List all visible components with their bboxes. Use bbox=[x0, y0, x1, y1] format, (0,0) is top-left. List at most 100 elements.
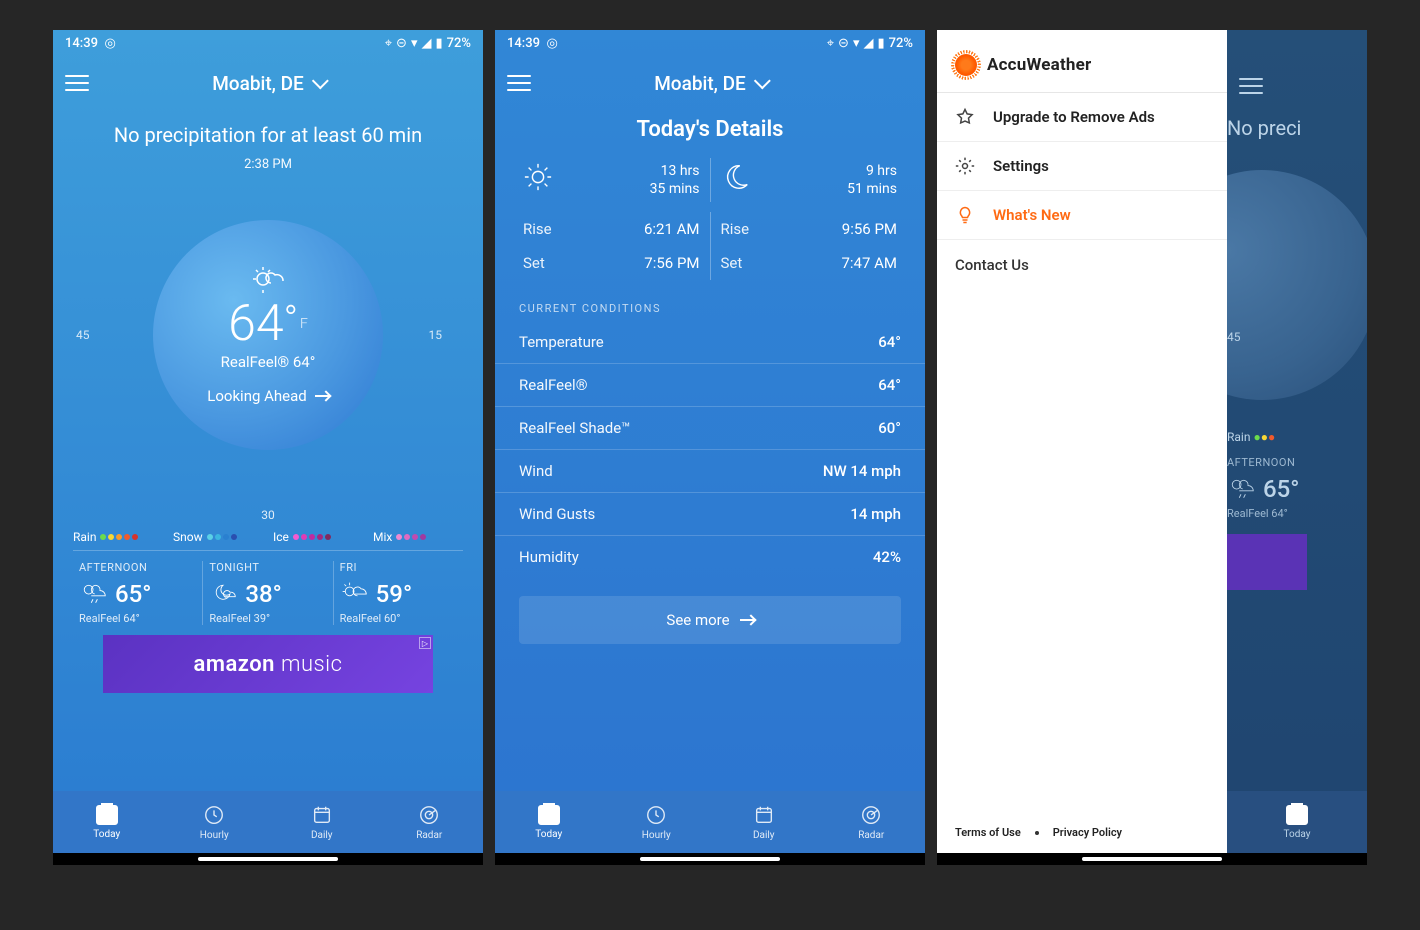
precip-status: No precipitation for at least 60 min bbox=[114, 123, 422, 147]
screen-drawer: AccuWeather Upgrade to Remove Ads Settin… bbox=[937, 30, 1367, 865]
weather-icon bbox=[251, 265, 285, 295]
dial-tick-45: 45 bbox=[1227, 330, 1241, 344]
drawer-item-whats-new[interactable]: What's New bbox=[937, 191, 1227, 240]
app-bar: Moabit, DE bbox=[495, 51, 925, 107]
radar-icon bbox=[418, 804, 440, 826]
app-bar-dim bbox=[1227, 54, 1367, 110]
brand-name: AccuWeather bbox=[987, 55, 1091, 75]
clock-text: 14:39 bbox=[507, 36, 540, 51]
drawer-header: AccuWeather bbox=[937, 30, 1227, 93]
status-left: 14:39 ◎ bbox=[507, 36, 558, 51]
battery-icon: ▮ bbox=[435, 36, 442, 51]
legend-ice: Ice bbox=[273, 530, 363, 544]
link-terms[interactable]: Terms of Use bbox=[955, 826, 1021, 839]
link-privacy[interactable]: Privacy Policy bbox=[1053, 826, 1122, 839]
section-header: CURRENT CONDITIONS bbox=[495, 294, 925, 321]
looking-ahead-button[interactable]: Looking Ahead bbox=[207, 387, 329, 405]
menu-button[interactable] bbox=[63, 69, 91, 97]
legend-peek: Rain ●●● bbox=[1227, 400, 1367, 444]
drawer-scrim[interactable]: No preci 45 Rain ●●● AFTERNOON 65° RealF… bbox=[1227, 30, 1367, 865]
clock-text: 14:39 bbox=[65, 36, 98, 51]
battery-text: 72% bbox=[447, 36, 471, 51]
signal-icon: ◢ bbox=[863, 36, 873, 51]
cond-realfeel: RealFeel®64° bbox=[495, 364, 925, 407]
status-bar: 14:39 ◎ ⌖ ⊝ ▾ ◢ ▮ 72% bbox=[53, 30, 483, 51]
temp-value: 64 bbox=[228, 299, 283, 349]
ad-banner[interactable]: ▷ amazon music bbox=[103, 635, 433, 693]
cond-wind-gusts: Wind Gusts14 mph bbox=[495, 493, 925, 536]
cond-humidity: Humidity42% bbox=[495, 536, 925, 578]
wifi-icon: ▾ bbox=[411, 36, 418, 51]
moonrise-row: Rise9:56 PM bbox=[721, 212, 898, 246]
location-selector[interactable]: Moabit, DE bbox=[212, 72, 324, 95]
forecast-afternoon[interactable]: AFTERNOON 65° RealFeel 64° bbox=[73, 561, 202, 625]
location-selector[interactable]: Moabit, DE bbox=[654, 72, 766, 95]
tab-today[interactable]: Today bbox=[1227, 805, 1367, 840]
wifi-icon: ▾ bbox=[853, 36, 860, 51]
location-icon: ⌖ bbox=[385, 36, 392, 51]
sunset-row: Set7:56 PM bbox=[523, 246, 700, 280]
dial-tick-15: 15 bbox=[429, 328, 443, 342]
current-temp: 64°F bbox=[228, 299, 308, 349]
android-nav-bar bbox=[53, 853, 483, 865]
home-main: No precipitation for at least 60 min 2:3… bbox=[53, 107, 483, 791]
looking-ahead-label: Looking Ahead bbox=[207, 387, 307, 405]
moon-cloud-icon bbox=[209, 580, 237, 608]
sun-panel: 13 hrs35 mins bbox=[513, 158, 710, 202]
screen-details: 14:39 ◎ ⌖ ⊝ ▾ ◢ ▮ 72% Moabit, DE Today's… bbox=[495, 30, 925, 865]
drawer-item-contact[interactable]: Contact Us bbox=[937, 240, 1227, 290]
menu-button[interactable] bbox=[505, 69, 533, 97]
nav-drawer: AccuWeather Upgrade to Remove Ads Settin… bbox=[937, 30, 1227, 865]
forecast-tonight[interactable]: TONIGHT 38° RealFeel 39° bbox=[202, 561, 332, 625]
star-icon bbox=[955, 107, 975, 127]
clock-icon bbox=[645, 804, 667, 826]
status-right: ⌖ ⊝ ▾ ◢ ▮ 72% bbox=[827, 36, 913, 51]
sun-cloud-icon bbox=[340, 580, 368, 608]
tab-today[interactable]: Today bbox=[53, 805, 161, 840]
tab-hourly[interactable]: Hourly bbox=[603, 804, 711, 841]
battery-icon: ▮ bbox=[877, 36, 884, 51]
radar-icon bbox=[860, 804, 882, 826]
see-more-button[interactable]: See more bbox=[519, 596, 901, 644]
forecast-fri[interactable]: FRI 59° RealFeel 60° bbox=[333, 561, 463, 625]
forecast-peek: AFTERNOON 65° RealFeel 64° bbox=[1227, 444, 1367, 520]
location-name: Moabit, DE bbox=[212, 72, 304, 95]
page-title: Today's Details bbox=[495, 117, 925, 142]
tab-hourly[interactable]: Hourly bbox=[161, 804, 269, 841]
precip-status-peek: No preci bbox=[1227, 110, 1367, 140]
legend-snow: Snow bbox=[173, 530, 263, 544]
precip-legend: Rain Snow Ice Mix bbox=[73, 522, 463, 550]
realfeel-text: RealFeel® 64° bbox=[221, 353, 316, 371]
dnd-icon: ⊝ bbox=[838, 36, 849, 51]
minutecast-dial[interactable]: 45 15 64°F RealFeel® 64° Looking Ahead bbox=[88, 180, 448, 490]
tab-daily[interactable]: Daily bbox=[268, 804, 376, 841]
calendar-today-icon bbox=[1286, 805, 1308, 825]
ad-banner-peek bbox=[1227, 534, 1307, 590]
lightbulb-icon bbox=[955, 205, 975, 225]
legend-mix: Mix bbox=[373, 530, 463, 544]
gear-icon bbox=[955, 156, 975, 176]
android-nav-bar bbox=[937, 853, 1367, 865]
tab-radar[interactable]: Radar bbox=[376, 804, 484, 841]
drawer-item-settings[interactable]: Settings bbox=[937, 142, 1227, 191]
arrow-right-icon bbox=[315, 395, 329, 397]
tab-today[interactable]: Today bbox=[495, 805, 603, 840]
ad-marker-icon: ▷ bbox=[419, 637, 431, 649]
calendar-today-icon bbox=[96, 805, 118, 825]
moonset-row: Set7:47 AM bbox=[721, 246, 898, 280]
drawer-item-upgrade[interactable]: Upgrade to Remove Ads bbox=[937, 93, 1227, 142]
tab-daily[interactable]: Daily bbox=[710, 804, 818, 841]
tab-radar[interactable]: Radar bbox=[818, 804, 926, 841]
tab-bar: Today Hourly Daily Radar bbox=[53, 791, 483, 853]
status-left: 14:39 ◎ bbox=[65, 36, 116, 51]
tab-bar-dim: Today bbox=[1227, 791, 1367, 853]
status-bar: 14:39 ◎ ⌖ ⊝ ▾ ◢ ▮ 72% bbox=[495, 30, 925, 51]
menu-button[interactable] bbox=[1237, 72, 1265, 100]
temperature-sphere-peek bbox=[1227, 170, 1367, 400]
location-icon: ⌖ bbox=[827, 36, 834, 51]
calendar-today-icon bbox=[538, 805, 560, 825]
sun-moon-panel: 13 hrs35 mins 9 hrs51 mins bbox=[495, 158, 925, 202]
clock-icon bbox=[203, 804, 225, 826]
calendar-icon bbox=[753, 804, 775, 826]
accuweather-logo bbox=[955, 54, 977, 76]
